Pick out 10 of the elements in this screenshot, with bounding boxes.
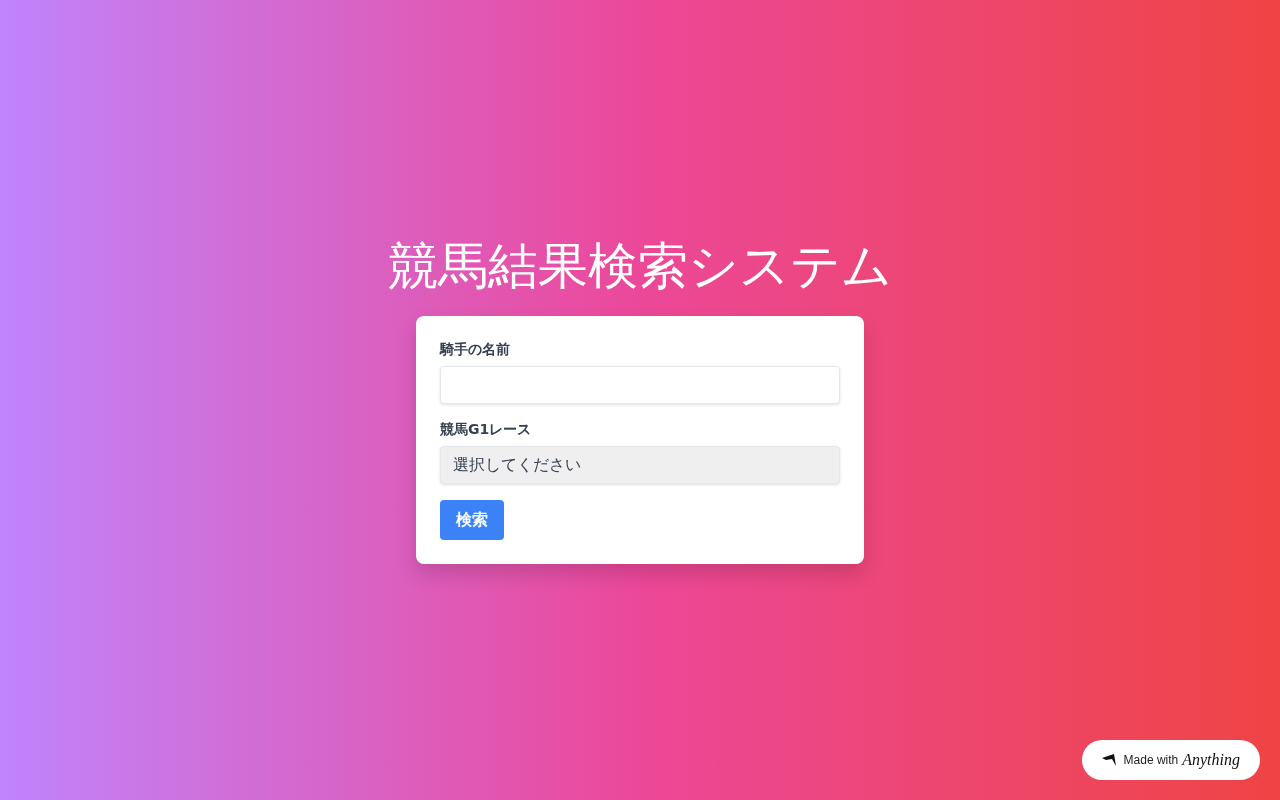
brand-name: Anything: [1182, 751, 1240, 769]
page-title: 競馬結果検索システム: [388, 236, 892, 296]
logo-icon: [1101, 754, 1116, 766]
search-button[interactable]: 検索: [440, 500, 504, 540]
field-label: 競馬G1レース: [440, 420, 533, 438]
input-field[interactable]: [440, 366, 840, 404]
race-select[interactable]: 選択してください: [440, 446, 840, 484]
badge-text: Made with: [1123, 753, 1179, 767]
made-with-badge[interactable]: Made with Anything: [1081, 740, 1260, 780]
field-label: 騎手の名前: [440, 340, 511, 358]
